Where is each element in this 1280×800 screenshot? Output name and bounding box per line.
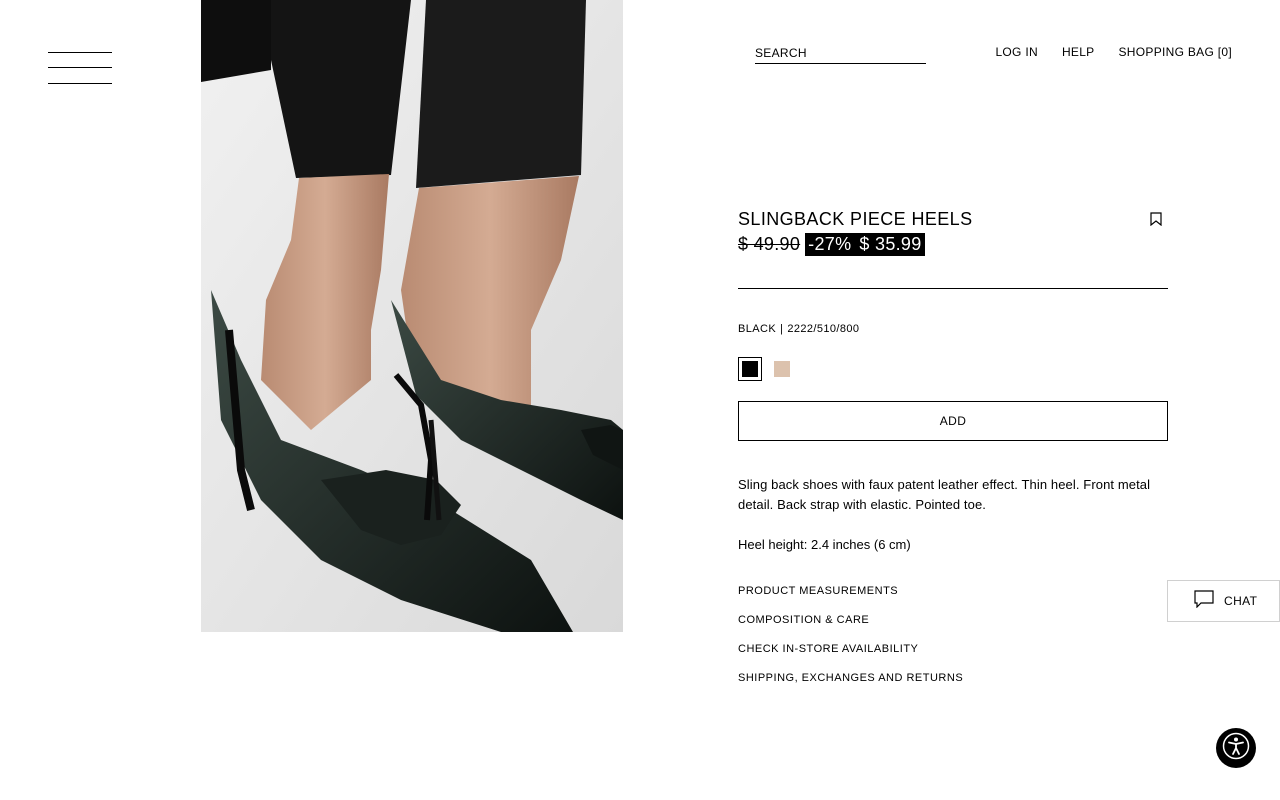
product-info: SLINGBACK PIECE HEELS $ 49.90 -27% $ 35.… bbox=[738, 208, 1168, 701]
swatch-beige[interactable] bbox=[770, 357, 794, 381]
search-box[interactable] bbox=[755, 44, 926, 64]
bookmark-icon[interactable] bbox=[1150, 212, 1162, 227]
chat-button[interactable]: CHAT bbox=[1167, 580, 1280, 622]
swatch-chip bbox=[742, 361, 758, 377]
product-photo bbox=[201, 0, 623, 632]
product-info-links: PRODUCT MEASUREMENTS COMPOSITION & CARE … bbox=[738, 585, 1168, 701]
accessibility-button[interactable] bbox=[1216, 728, 1256, 768]
heel-height: Heel height: 2.4 inches (6 cm) bbox=[738, 537, 911, 552]
menu-icon-line bbox=[48, 52, 112, 53]
product-title: SLINGBACK PIECE HEELS bbox=[738, 209, 973, 229]
discount-percent: -27% bbox=[808, 234, 852, 254]
product-description: Sling back shoes with faux patent leathe… bbox=[738, 477, 1151, 512]
color-separator: | bbox=[780, 323, 784, 335]
menu-button[interactable] bbox=[48, 50, 112, 86]
product-reference: 2222/510/800 bbox=[787, 323, 860, 335]
product-measurements-link[interactable]: PRODUCT MEASUREMENTS bbox=[738, 585, 1168, 614]
accessibility-icon bbox=[1222, 732, 1250, 765]
swatch-black[interactable] bbox=[738, 357, 762, 381]
shopping-bag-link[interactable]: SHOPPING BAG [0] bbox=[1119, 45, 1233, 59]
color-swatches bbox=[738, 357, 1168, 381]
color-name: BLACK bbox=[738, 323, 777, 335]
help-link[interactable]: HELP bbox=[1062, 45, 1095, 59]
product-image[interactable] bbox=[201, 0, 623, 632]
old-price: $ 49.90 bbox=[738, 234, 801, 254]
sale-price: $ 35.99 bbox=[859, 234, 922, 254]
chat-bubble-icon bbox=[1194, 589, 1214, 613]
chat-label: CHAT bbox=[1224, 594, 1258, 608]
top-nav: LOG IN HELP SHOPPING BAG [0] bbox=[995, 45, 1232, 59]
swatch-chip bbox=[774, 361, 790, 377]
composition-care-link[interactable]: COMPOSITION & CARE bbox=[738, 614, 1168, 643]
sale-badge: -27% $ 35.99 bbox=[805, 233, 925, 256]
divider bbox=[738, 288, 1168, 289]
menu-icon-line bbox=[48, 67, 112, 68]
shipping-returns-link[interactable]: SHIPPING, EXCHANGES AND RETURNS bbox=[738, 672, 1168, 701]
in-store-availability-link[interactable]: CHECK IN-STORE AVAILABILITY bbox=[738, 643, 1168, 672]
add-to-bag-button[interactable]: ADD bbox=[738, 401, 1168, 441]
color-reference: BLACK | 2222/510/800 bbox=[738, 323, 1168, 335]
price-row: $ 49.90 -27% $ 35.99 bbox=[738, 233, 1168, 256]
menu-icon-line bbox=[48, 83, 112, 84]
search-input[interactable] bbox=[755, 44, 926, 60]
login-link[interactable]: LOG IN bbox=[995, 45, 1037, 59]
